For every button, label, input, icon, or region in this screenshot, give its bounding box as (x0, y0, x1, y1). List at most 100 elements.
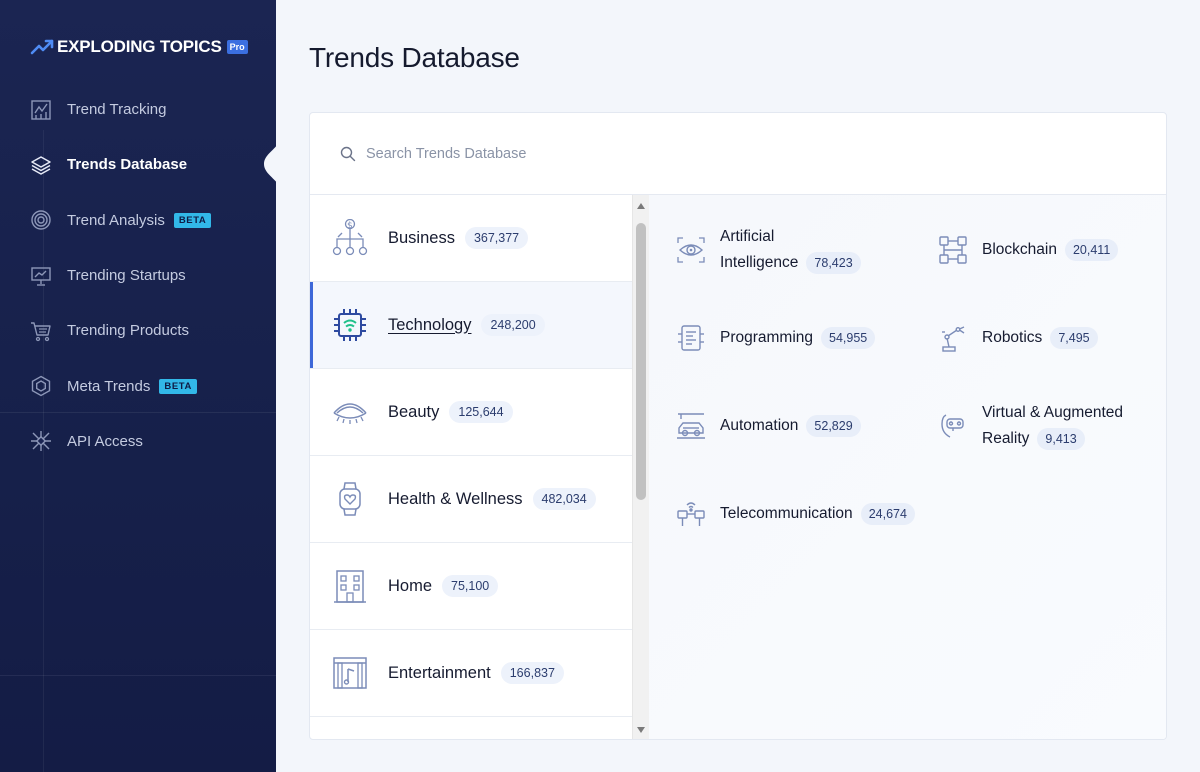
category-label: Health & Wellness (388, 489, 523, 508)
category-count: 248,200 (481, 314, 545, 336)
sidebar-nav: Trend Tracking Trends Database Trend Ana… (0, 82, 276, 469)
scroll-up-arrow-icon[interactable] (633, 198, 649, 214)
smartwatch-heart-icon (330, 479, 370, 519)
subcategory-label: Blockchain 20,411 (982, 237, 1119, 263)
sidebar-item-trends-database[interactable]: Trends Database (0, 137, 276, 192)
subcategory-label-line: Automation (720, 417, 799, 434)
stage-music-icon (330, 653, 370, 693)
subcategory-item-blockchain[interactable]: Blockchain 20,411 (937, 234, 1119, 266)
sidebar-item-trending-products[interactable]: Trending Products (0, 303, 276, 358)
subcategory-count: 54,955 (821, 326, 876, 349)
pro-badge: Pro (226, 40, 248, 54)
subcategory-item-telecommunication[interactable]: Telecommunication 24,674 (675, 498, 915, 530)
category-count: 166,837 (500, 662, 564, 684)
layers-icon (30, 154, 52, 176)
category-item-entertainment[interactable]: Entertainment 166,837 (310, 630, 632, 717)
subcategory-label-line: Programming (720, 329, 814, 346)
subcategory-label: Robotics 7,495 (982, 325, 1098, 351)
trends-database-card: $ Business 367,377 Technology 248,200 Be… (309, 112, 1167, 740)
money-tree-icon: $ (330, 218, 370, 258)
subcategory-count: 78,423 (806, 251, 861, 274)
subcategory-item-ai[interactable]: Artificial Intelligence 78,423 (675, 224, 861, 276)
subcategory-panel: Artificial Intelligence 78,423 Blockchain… (649, 195, 1166, 739)
subcategory-label-line: Telecommunication (720, 505, 853, 522)
subcategory-label-line: Intelligence (720, 254, 799, 271)
category-item-health-wellness[interactable]: Health & Wellness 482,034 (310, 456, 632, 543)
robot-arm-icon (937, 322, 969, 354)
category-scrollbar[interactable] (632, 195, 649, 739)
beta-badge: BETA (173, 212, 212, 228)
chip-icon (330, 305, 370, 345)
hexagon-icon (30, 375, 52, 397)
subcategory-label: Virtual & Augmented Reality 9,413 (982, 400, 1123, 452)
blockchain-icon (937, 234, 969, 266)
sidebar-item-trend-tracking[interactable]: Trend Tracking (0, 82, 276, 137)
telecom-icon (675, 498, 707, 530)
code-doc-icon (675, 322, 707, 354)
subcategory-item-programming[interactable]: Programming 54,955 (675, 322, 876, 354)
sidebar-item-label: Trend Tracking (67, 101, 167, 119)
sidebar-item-label: API Access (67, 432, 143, 450)
subcategory-count: 24,674 (860, 502, 915, 525)
target-icon (30, 209, 52, 231)
eyelash-icon (330, 392, 370, 432)
subcategory-label: Programming 54,955 (720, 325, 876, 351)
category-count: 482,034 (532, 488, 596, 510)
subcategory-item-automation[interactable]: Automation 52,829 (675, 410, 861, 442)
subcategory-count: 7,495 (1050, 326, 1098, 349)
subcategory-label-line: Blockchain (982, 241, 1057, 258)
subcategory-label: Telecommunication 24,674 (720, 501, 915, 527)
category-label: Technology (388, 315, 472, 334)
subcategory-count: 9,413 (1037, 427, 1085, 450)
category-count: 75,100 (442, 575, 499, 597)
category-list: $ Business 367,377 Technology 248,200 Be… (310, 195, 632, 739)
category-label: Home (388, 576, 433, 595)
subcategory-label-line: Robotics (982, 329, 1043, 346)
category-item-business[interactable]: $ Business 367,377 (310, 195, 632, 282)
presentation-icon (30, 265, 52, 287)
sidebar-item-label: Trending Products (67, 322, 190, 340)
search-input[interactable] (366, 145, 866, 162)
sidebar-item-meta-trends[interactable]: Meta Trends BETA (0, 358, 276, 413)
subcategory-label: Automation 52,829 (720, 413, 861, 439)
logo[interactable]: EXPLODING TOPICS Pro (30, 36, 248, 58)
sidebar-item-trend-analysis[interactable]: Trend Analysis BETA (0, 193, 276, 248)
subcategory-label-line: Artificial (720, 228, 775, 245)
cart-icon (30, 320, 52, 342)
sidebar-divider (0, 675, 276, 676)
sidebar-item-label: Meta Trends (67, 377, 151, 395)
subcategory-label-line: Virtual & Augmented (982, 404, 1124, 421)
subcategory-item-robotics[interactable]: Robotics 7,495 (937, 322, 1098, 354)
category-label: Beauty (388, 402, 440, 421)
beta-badge: BETA (159, 378, 197, 394)
ai-eye-icon (675, 234, 707, 266)
category-item-technology[interactable]: Technology 248,200 (310, 282, 632, 369)
logo-text: EXPLODING TOPICS (57, 37, 222, 56)
category-label: Entertainment (388, 663, 491, 682)
sidebar-item-label: Trends Database (67, 156, 188, 174)
sidebar-item-label: Trending Startups (67, 267, 186, 285)
network-icon (30, 430, 52, 452)
category-count: 367,377 (464, 227, 529, 249)
sidebar-item-trending-startups[interactable]: Trending Startups (0, 248, 276, 303)
category-item-home[interactable]: Home 75,100 (310, 543, 632, 630)
search-bar (310, 113, 1166, 195)
sidebar: EXPLODING TOPICS Pro Trend Tracking Tren… (0, 0, 276, 772)
category-item-beauty[interactable]: Beauty 125,644 (310, 369, 632, 456)
scroll-down-arrow-icon[interactable] (633, 722, 649, 738)
autonomous-car-icon (675, 410, 707, 442)
subcategory-count: 20,411 (1064, 238, 1119, 261)
subcategory-label-line: Reality (982, 430, 1030, 447)
subcategory-item-vr-ar[interactable]: Virtual & Augmented Reality 9,413 (937, 400, 1123, 452)
search-icon (340, 146, 356, 162)
trend-arrow-icon (30, 37, 56, 57)
subcategory-count: 52,829 (806, 414, 861, 437)
category-count: 125,644 (449, 401, 513, 423)
subcategory-label: Artificial Intelligence 78,423 (720, 224, 861, 276)
chart-icon (30, 99, 52, 121)
scrollbar-thumb[interactable] (636, 223, 646, 500)
category-label: Business (388, 228, 455, 247)
vr-headset-icon (937, 410, 969, 442)
sidebar-item-api-access[interactable]: API Access (0, 414, 276, 469)
page-title: Trends Database (309, 42, 520, 73)
